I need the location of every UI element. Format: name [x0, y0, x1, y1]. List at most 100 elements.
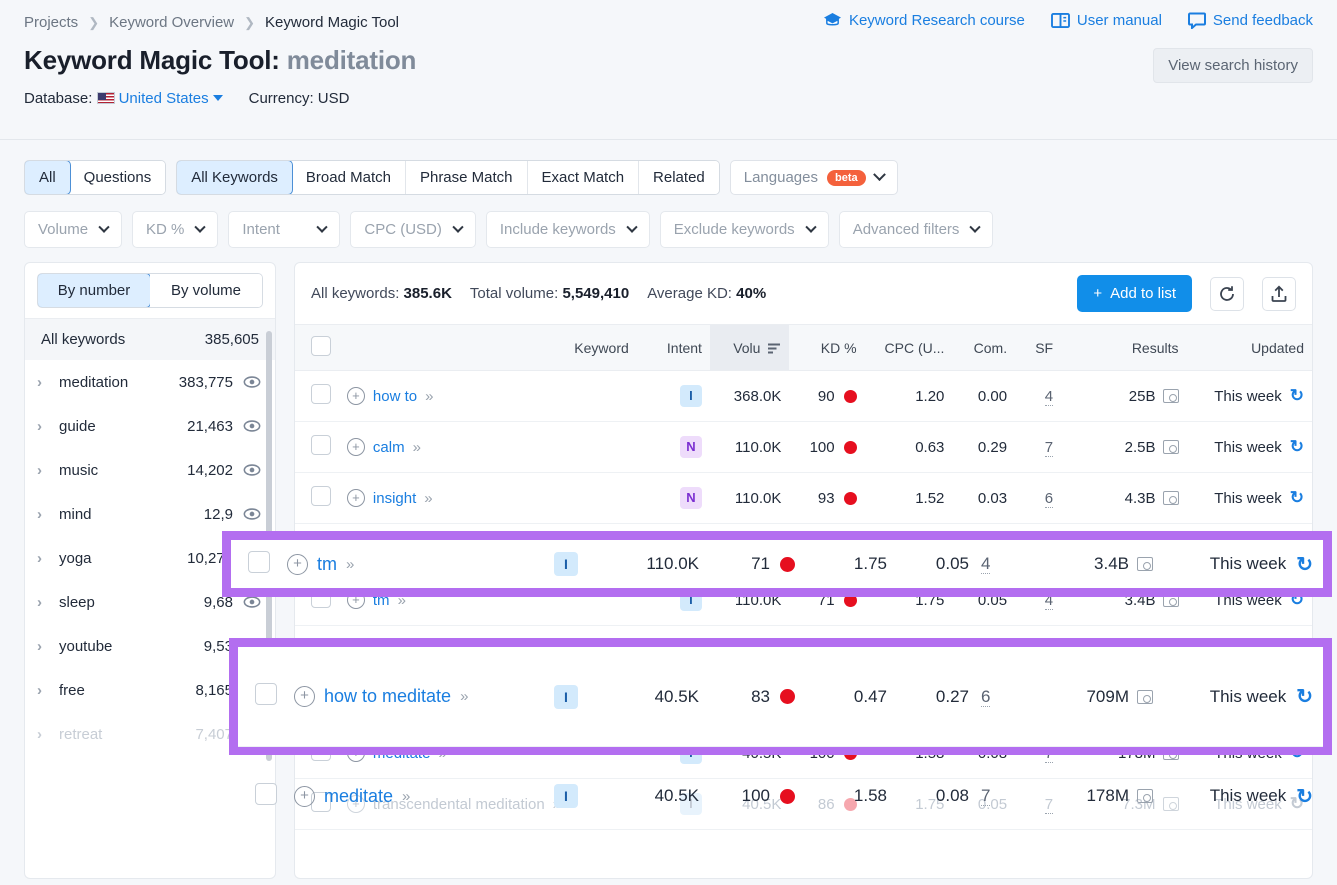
refresh-button[interactable] — [1210, 277, 1244, 311]
sidebar-item-guide[interactable]: ›guide21,463 — [25, 404, 275, 448]
tab-phrase-match[interactable]: Phrase Match — [406, 161, 528, 194]
serp-preview-icon[interactable] — [1137, 690, 1153, 704]
breadcrumb-item-projects[interactable]: Projects — [24, 14, 78, 31]
view-search-history-button[interactable]: View search history — [1153, 48, 1313, 83]
highlighted-table-row[interactable]: +tm»I110.0K711.750.0543.4BThis week↻ — [231, 540, 1323, 588]
row-keyword-link[interactable]: tm — [317, 554, 337, 575]
row-checkbox[interactable] — [311, 435, 331, 455]
intent-badge[interactable]: I — [554, 784, 578, 808]
breadcrumb-item-keyword-magic-tool[interactable]: Keyword Magic Tool — [265, 14, 399, 31]
row-keyword-link[interactable]: how to meditate — [324, 686, 451, 707]
filter-kd[interactable]: KD % — [132, 211, 218, 248]
chevron-right-icon[interactable]: › — [37, 418, 59, 435]
tab-broad-match[interactable]: Broad Match — [292, 161, 406, 194]
expand-keyword-icon[interactable]: » — [424, 490, 430, 507]
expand-keyword-icon[interactable]: » — [402, 788, 408, 805]
select-all-checkbox[interactable] — [311, 336, 331, 356]
chevron-right-icon[interactable]: › — [37, 550, 59, 567]
tab-related[interactable]: Related — [639, 161, 719, 194]
row-keyword-link[interactable]: insight — [373, 490, 416, 507]
sf-value[interactable]: 7 — [981, 786, 990, 806]
chevron-right-icon[interactable]: › — [37, 682, 59, 699]
visibility-eye-icon[interactable] — [243, 417, 261, 435]
chevron-right-icon[interactable]: › — [37, 638, 59, 655]
row-refresh-icon[interactable]: ↻ — [1296, 552, 1313, 577]
serp-preview-icon[interactable] — [1137, 557, 1153, 571]
serp-preview-icon[interactable] — [1163, 389, 1179, 403]
sidebar-item-all-keywords[interactable]: All keywords 385,605 — [25, 319, 275, 360]
filter-advanced[interactable]: Advanced filters — [839, 211, 994, 248]
sf-value[interactable]: 4 — [1045, 388, 1053, 406]
filter-volume[interactable]: Volume — [24, 211, 122, 248]
column-cpc[interactable]: CPC (U... — [865, 325, 953, 371]
table-row[interactable]: +calm»N110.0K1000.630.2972.5BThis week↻ — [295, 422, 1312, 473]
chevron-right-icon[interactable]: › — [37, 506, 59, 523]
column-intent[interactable]: Intent — [637, 325, 710, 371]
chevron-right-icon[interactable]: › — [37, 726, 59, 743]
add-keyword-icon[interactable]: + — [347, 438, 365, 456]
intent-badge[interactable]: I — [554, 552, 578, 576]
row-keyword-link[interactable]: how to — [373, 388, 417, 405]
tab-exact-match[interactable]: Exact Match — [528, 161, 640, 194]
row-checkbox[interactable] — [248, 551, 270, 573]
chevron-down-icon[interactable] — [213, 95, 223, 101]
sf-value[interactable]: 7 — [1045, 439, 1053, 457]
column-sf[interactable]: SF — [1015, 325, 1061, 371]
languages-dropdown[interactable]: Languages beta — [730, 160, 898, 195]
row-refresh-icon[interactable]: ↻ — [1296, 784, 1313, 809]
tab-all[interactable]: All — [24, 160, 71, 195]
row-checkbox[interactable] — [255, 783, 277, 805]
expand-keyword-icon[interactable]: » — [425, 388, 431, 405]
add-keyword-icon[interactable]: + — [294, 686, 315, 707]
chevron-right-icon[interactable]: › — [37, 462, 59, 479]
serp-preview-icon[interactable] — [1163, 491, 1179, 505]
column-volume[interactable]: Volu — [710, 325, 789, 371]
tab-all-keywords[interactable]: All Keywords — [176, 160, 293, 195]
highlighted-table-row[interactable]: +how to meditate»I40.5K830.470.276709MTh… — [238, 647, 1323, 746]
row-checkbox[interactable] — [311, 384, 331, 404]
visibility-eye-icon[interactable] — [243, 505, 261, 523]
column-updated[interactable]: Updated — [1187, 325, 1313, 371]
intent-badge[interactable]: N — [680, 487, 702, 509]
breadcrumb-item-keyword-overview[interactable]: Keyword Overview — [109, 14, 234, 31]
serp-preview-icon[interactable] — [1163, 440, 1179, 454]
visibility-eye-icon[interactable] — [243, 461, 261, 479]
filter-exclude-keywords[interactable]: Exclude keywords — [660, 211, 829, 248]
filter-intent[interactable]: Intent — [228, 211, 340, 248]
sort-by-number-button[interactable]: By number — [37, 273, 151, 308]
keyword-research-course-link[interactable]: Keyword Research course — [823, 12, 1025, 29]
intent-badge[interactable]: N — [680, 436, 702, 458]
row-refresh-icon[interactable]: ↻ — [1290, 488, 1304, 508]
database-selector[interactable]: Database: United States — [24, 90, 223, 107]
serp-preview-icon[interactable] — [1137, 789, 1153, 803]
expand-keyword-icon[interactable]: » — [460, 688, 466, 705]
expand-keyword-icon[interactable]: » — [413, 439, 419, 456]
intent-badge[interactable]: I — [554, 685, 578, 709]
row-checkbox[interactable] — [255, 683, 277, 705]
sidebar-item-meditation[interactable]: ›meditation383,775 — [25, 360, 275, 404]
row-refresh-icon[interactable]: ↻ — [1296, 684, 1313, 709]
add-keyword-icon[interactable]: + — [287, 554, 308, 575]
sidebar-item-music[interactable]: ›music14,202 — [25, 448, 275, 492]
add-keyword-icon[interactable]: + — [294, 786, 315, 807]
tab-questions[interactable]: Questions — [70, 161, 166, 194]
row-keyword-link[interactable]: meditate — [324, 786, 393, 807]
send-feedback-link[interactable]: Send feedback — [1188, 12, 1313, 29]
row-keyword-link[interactable]: calm — [373, 439, 405, 456]
intent-badge[interactable]: I — [680, 385, 702, 407]
sf-value[interactable]: 6 — [981, 687, 990, 707]
table-row[interactable]: +insight»N110.0K931.520.0364.3BThis week… — [295, 473, 1312, 524]
sf-value[interactable]: 4 — [981, 554, 990, 574]
column-keyword[interactable]: Keyword — [339, 325, 637, 371]
export-button[interactable] — [1262, 277, 1296, 311]
sidebar-item-mind[interactable]: ›mind12,9 — [25, 492, 275, 536]
sf-value[interactable]: 6 — [1045, 490, 1053, 508]
row-checkbox[interactable] — [311, 486, 331, 506]
highlighted-table-row[interactable]: +meditate»I40.5K1001.580.087178MThis wee… — [238, 746, 1323, 845]
expand-keyword-icon[interactable]: » — [346, 556, 352, 573]
row-refresh-icon[interactable]: ↻ — [1290, 386, 1304, 406]
filter-cpc[interactable]: CPC (USD) — [350, 211, 476, 248]
table-row[interactable]: +how to»I368.0K901.200.00425BThis week↻ — [295, 371, 1312, 422]
add-to-list-button[interactable]: + Add to list — [1077, 275, 1192, 312]
user-manual-link[interactable]: User manual — [1051, 12, 1162, 29]
